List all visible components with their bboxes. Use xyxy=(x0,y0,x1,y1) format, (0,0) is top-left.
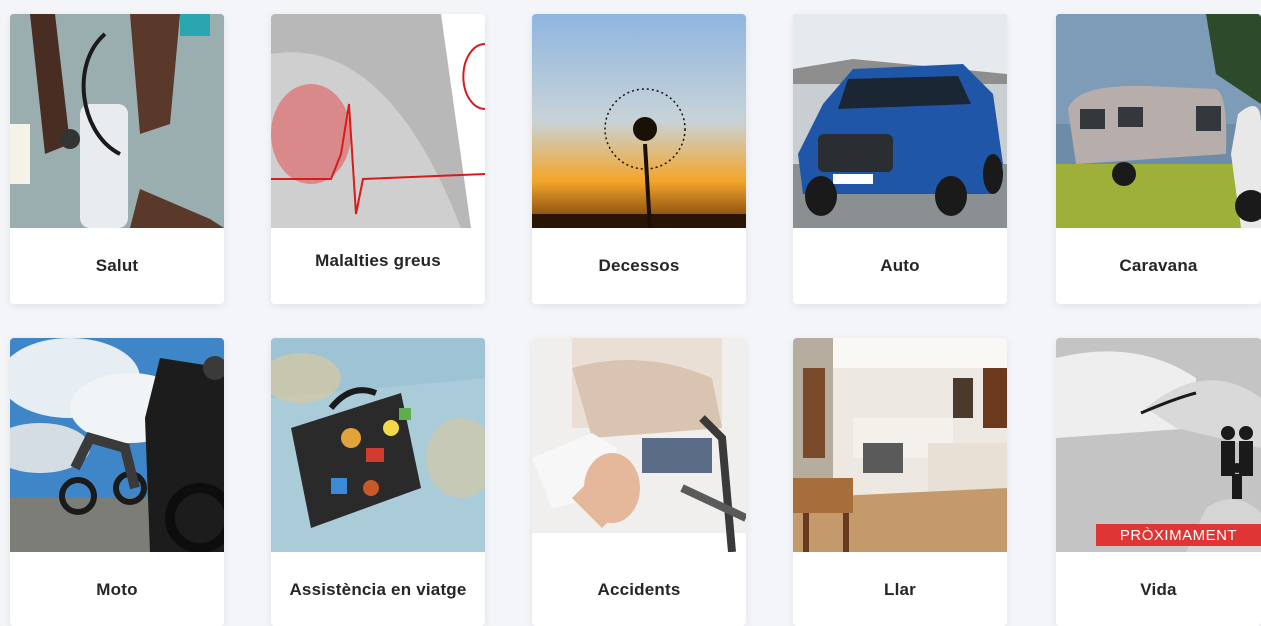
blood-pressure-photo xyxy=(10,14,224,228)
card-accidents[interactable]: Accidents xyxy=(532,338,746,626)
card-label: Vida xyxy=(1140,580,1177,599)
card-salut[interactable]: Salut xyxy=(10,14,224,304)
insurance-grid: Salut Malalties greus Decessos Auto Cara… xyxy=(0,0,1261,626)
card-vida[interactable]: PRÒXIMAMENT Vida xyxy=(1056,338,1261,626)
card-decessos[interactable]: Decessos xyxy=(532,14,746,304)
kitchen-photo xyxy=(793,338,1007,552)
card-caravana[interactable]: Caravana xyxy=(1056,14,1261,304)
card-label: Auto xyxy=(880,256,920,275)
card-auto[interactable]: Auto xyxy=(793,14,1007,304)
caravan-photo xyxy=(1056,14,1261,228)
protecting-hands-family-photo xyxy=(1056,338,1261,552)
dandelion-sunset-photo xyxy=(532,14,746,228)
card-label: Assistència en viatge xyxy=(289,580,467,599)
card-moto[interactable]: Moto xyxy=(10,338,224,626)
injured-leg-photo xyxy=(532,338,746,552)
card-label: Salut xyxy=(95,256,139,275)
proximament-badge: PRÒXIMAMENT xyxy=(1096,524,1261,546)
card-assistencia-viatge[interactable]: Assistència en viatge xyxy=(271,338,485,626)
motorcycles-photo xyxy=(10,338,224,552)
suv-car-photo xyxy=(793,14,1007,228)
card-label: Decessos xyxy=(598,256,680,275)
card-label: Moto xyxy=(96,580,138,599)
suitcase-map-photo xyxy=(271,338,485,552)
card-label: Accidents xyxy=(597,580,681,599)
card-label: Caravana xyxy=(1119,256,1198,275)
card-label: Llar xyxy=(884,580,916,599)
card-label: Malalties greus xyxy=(315,251,441,270)
heartbeat-photo xyxy=(271,14,485,228)
card-llar[interactable]: Llar xyxy=(793,338,1007,626)
card-malalties-greus[interactable]: Malalties greus xyxy=(271,14,485,304)
